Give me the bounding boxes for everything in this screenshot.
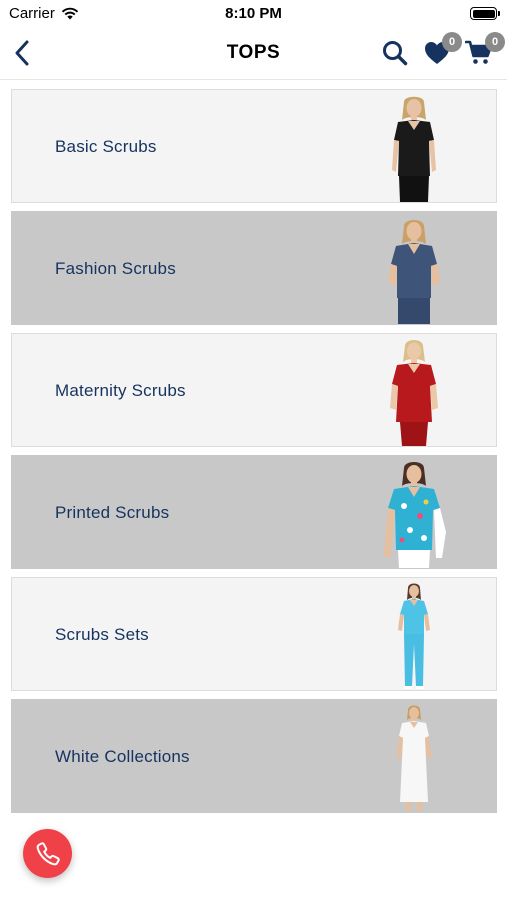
cart-count-badge: 0 xyxy=(485,32,505,52)
wishlist-button[interactable]: 0 xyxy=(422,32,462,68)
category-label: Scrubs Sets xyxy=(55,625,149,644)
status-bar: Carrier 8:10 PM xyxy=(0,0,507,28)
category-label: Fashion Scrubs xyxy=(55,259,176,278)
category-label: Printed Scrubs xyxy=(55,503,170,522)
white-dress-model-image xyxy=(397,705,431,811)
category-label: Maternity Scrubs xyxy=(55,381,186,400)
black-top-model-image xyxy=(392,96,436,202)
category-card-fashion-scrubs[interactable]: Fashion Scrubs xyxy=(11,211,497,325)
category-card-printed-scrubs[interactable]: Printed Scrubs xyxy=(11,455,497,569)
sky-blue-set-model-image xyxy=(398,583,430,689)
nav-bar: TOPS 0 0 xyxy=(0,28,507,80)
category-card-basic-scrubs[interactable]: Basic Scrubs xyxy=(11,89,497,203)
phone-icon xyxy=(36,841,60,865)
red-top-model-image xyxy=(390,340,438,446)
call-button[interactable] xyxy=(23,829,72,878)
category-card-maternity-scrubs[interactable]: Maternity Scrubs xyxy=(11,333,497,447)
search-icon xyxy=(383,41,408,66)
navy-set-model-image xyxy=(388,220,440,324)
category-label: White Collections xyxy=(55,747,190,766)
category-card-white-collections[interactable]: White Collections xyxy=(11,699,497,813)
category-label: Basic Scrubs xyxy=(55,137,157,156)
category-list: Basic Scrubs Fashion Scrubs Maternity Sc… xyxy=(11,89,497,821)
category-card-scrubs-sets[interactable]: Scrubs Sets xyxy=(11,577,497,691)
clock: 8:10 PM xyxy=(225,5,282,22)
search-button[interactable] xyxy=(380,38,410,68)
wishlist-count-badge: 0 xyxy=(442,32,462,52)
printed-top-model-image xyxy=(384,462,446,568)
cart-button[interactable]: 0 xyxy=(463,32,505,68)
battery-icon xyxy=(470,7,500,20)
